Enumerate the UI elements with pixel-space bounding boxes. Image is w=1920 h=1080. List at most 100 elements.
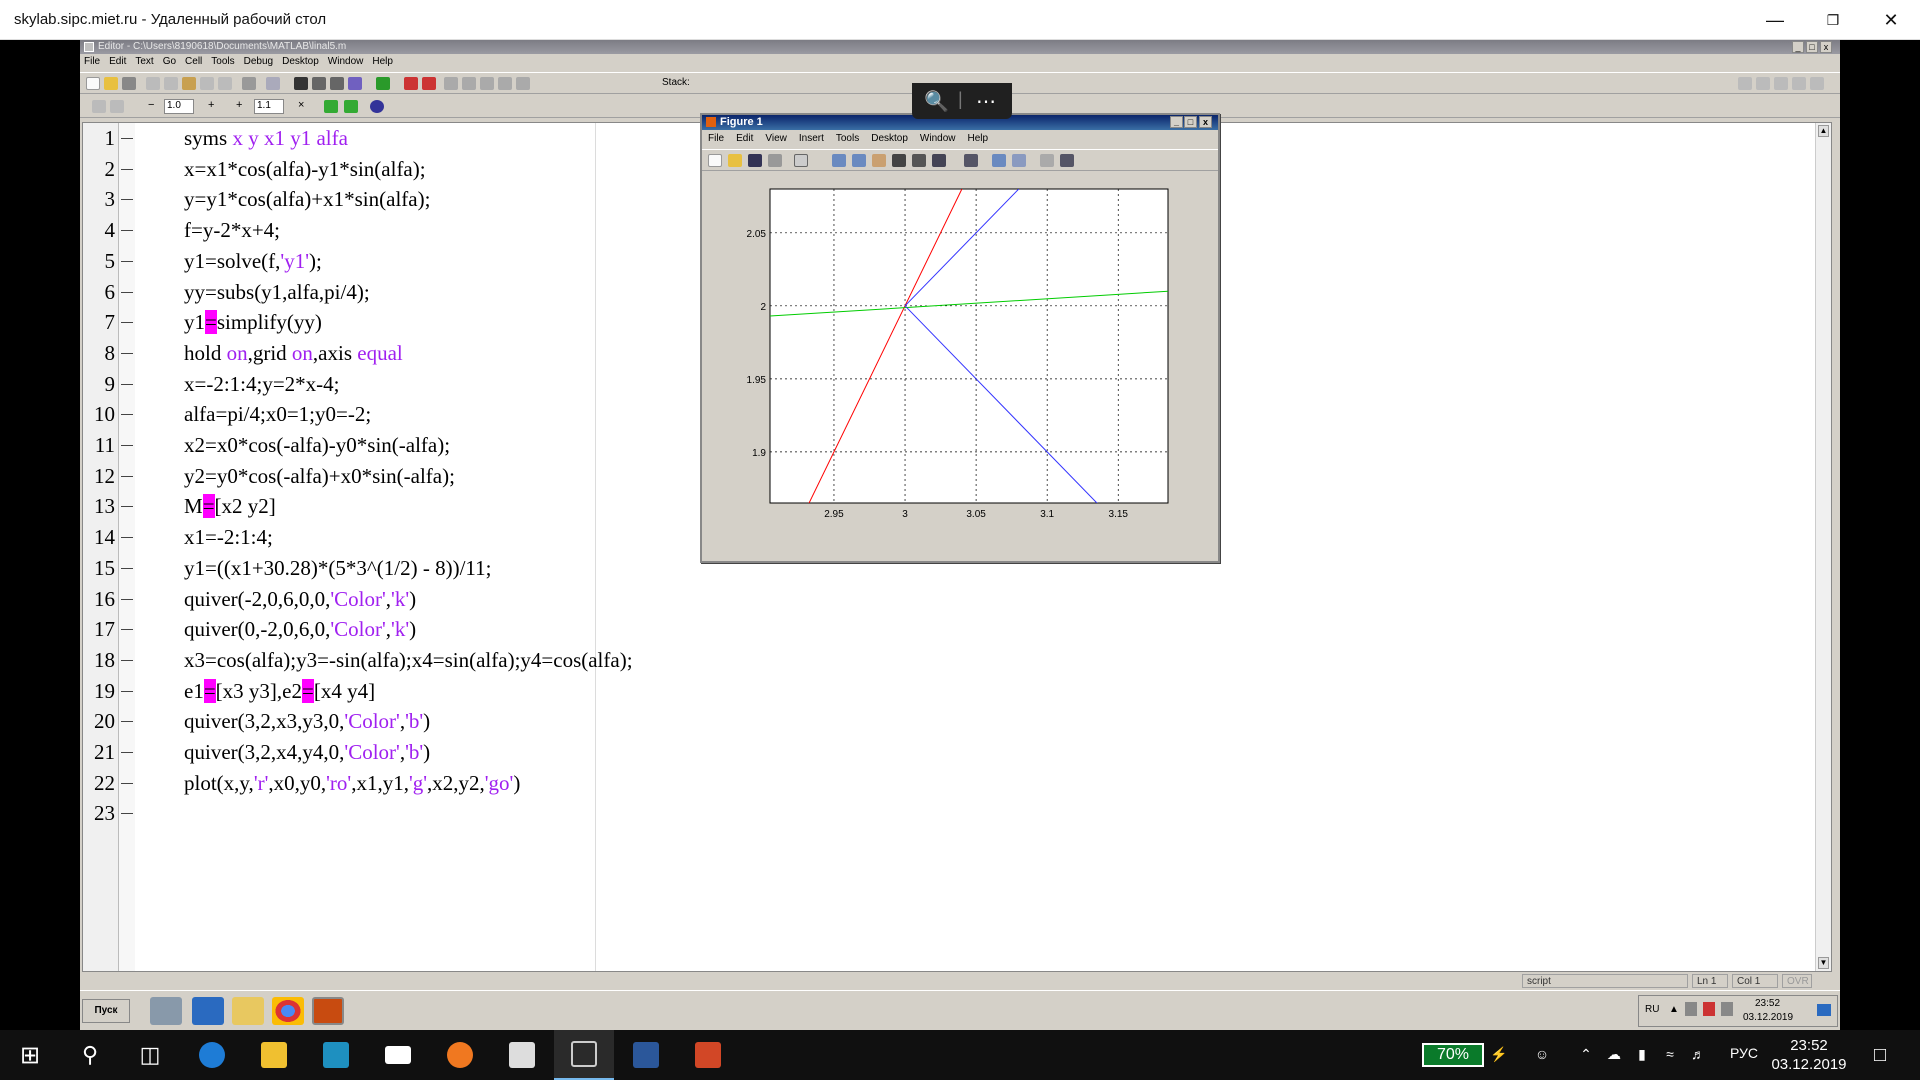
edge-icon[interactable] [182, 1030, 242, 1080]
breakpoint-dash[interactable] [121, 199, 133, 201]
cloud-icon[interactable]: ☁ [1606, 1046, 1622, 1062]
multiply-icon[interactable]: × [298, 99, 304, 111]
file-explorer-icon[interactable] [244, 1030, 304, 1080]
taskbar-clock[interactable]: 23:52 03.12.2019 [1764, 1036, 1854, 1074]
breakpoint-dash[interactable] [121, 813, 133, 815]
run-icon[interactable] [376, 77, 390, 90]
editor-menu-item[interactable]: Tools [211, 56, 234, 67]
figure-menu-item[interactable]: Desktop [871, 133, 908, 144]
breakpoint-dash[interactable] [121, 291, 133, 293]
fig-legend-icon[interactable] [1012, 154, 1026, 167]
back-icon[interactable] [312, 77, 326, 90]
editor-menu-item[interactable]: Cell [185, 56, 202, 67]
xp-tray-up-icon[interactable]: ▲ [1669, 1004, 1679, 1015]
breakpoint-dash[interactable] [121, 567, 133, 569]
copy-icon[interactable] [164, 77, 178, 90]
binoculars-icon[interactable] [294, 77, 308, 90]
eval-advance-icon[interactable] [324, 100, 338, 113]
breakpoint-dash[interactable] [121, 138, 133, 139]
continue-icon[interactable] [498, 77, 512, 90]
fig-zoom-out-icon[interactable] [852, 154, 866, 167]
plot-area[interactable]: 2.95 3 3.05 3.1 3.15 1.9 1.95 2 2.05 [702, 171, 1218, 561]
xp-chrome-icon[interactable] [272, 997, 304, 1025]
breakpoint-dash[interactable] [121, 537, 133, 539]
figure-window[interactable]: Figure 1 _ □ x File Edit View Insert Tools De… [700, 113, 1220, 563]
float-icon[interactable] [1792, 77, 1806, 90]
breakpoint-dash[interactable] [121, 168, 133, 170]
breakpoint-dash[interactable] [121, 659, 133, 661]
people-icon[interactable]: ☺ [1534, 1046, 1550, 1062]
mail-icon[interactable] [368, 1030, 428, 1080]
redo-icon[interactable] [218, 77, 232, 90]
fig-new-icon[interactable] [708, 154, 722, 167]
xp-powershell-icon[interactable] [192, 997, 224, 1025]
fig-colorbar-icon[interactable] [992, 154, 1006, 167]
scroll-down-arrow[interactable]: ▼ [1818, 957, 1829, 969]
breakpoint-dash[interactable] [121, 260, 133, 262]
fig-datacursor-icon[interactable] [912, 154, 926, 167]
figure-menu-item[interactable]: Window [920, 133, 956, 144]
language-indicator[interactable]: РУС [1730, 1045, 1758, 1061]
xp-start-button[interactable]: Пуск [82, 999, 130, 1023]
breakpoint-dash[interactable] [121, 629, 133, 631]
save-icon[interactable] [122, 77, 136, 90]
fig-pointer-icon[interactable] [794, 154, 808, 167]
help-icon[interactable] [370, 100, 384, 113]
step-out-icon[interactable] [480, 77, 494, 90]
store-icon[interactable] [492, 1030, 552, 1080]
fig-print-icon[interactable] [768, 154, 782, 167]
minimize-button[interactable]: — [1752, 4, 1798, 36]
restore-button[interactable]: ❐ [1810, 4, 1856, 36]
fig-save-icon[interactable] [748, 154, 762, 167]
battery-icon[interactable]: ▮ [1634, 1046, 1650, 1062]
battery-indicator[interactable]: 70% [1422, 1043, 1484, 1067]
paste-icon[interactable] [182, 77, 196, 90]
code-line[interactable]: 19 e1=[x3 y3],e2=[x4 y4] [83, 676, 1783, 706]
word-icon[interactable] [616, 1030, 676, 1080]
fig-pan-icon[interactable] [872, 154, 886, 167]
cell-mode-icon[interactable] [92, 100, 106, 113]
plug-icon[interactable]: ⚡ [1490, 1046, 1507, 1062]
breakpoint-dash[interactable] [121, 782, 133, 784]
powerpoint-icon[interactable] [678, 1030, 738, 1080]
breakpoint-dash[interactable] [121, 506, 133, 508]
eval-cell-icon[interactable] [110, 100, 124, 113]
xp-tray-device-icon[interactable] [1721, 1002, 1733, 1016]
code-line[interactable]: 23 [83, 798, 1783, 828]
more-options-icon[interactable]: ⋯ [976, 89, 996, 114]
breakpoint-dash[interactable] [121, 721, 133, 723]
code-line[interactable]: 18 x3=cos(alfa);y3=-sin(alfa);x4=sin(alfa… [83, 645, 1783, 675]
xp-tray-language[interactable]: RU [1645, 1004, 1659, 1015]
figure-close-button[interactable]: x [1199, 116, 1212, 128]
breakpoint-dash[interactable] [121, 475, 133, 477]
cut-icon[interactable] [146, 77, 160, 90]
open-folder-icon[interactable] [104, 77, 118, 90]
editor-menu-item[interactable]: Text [135, 56, 153, 67]
breakpoint-dash[interactable] [121, 752, 133, 753]
editor-menu-item[interactable]: Help [372, 56, 393, 67]
clear-breakpoints-icon[interactable] [422, 77, 436, 90]
breakpoint-dash[interactable] [121, 690, 133, 692]
l-app-icon[interactable] [306, 1030, 366, 1080]
search-icon[interactable]: ⚲ [60, 1030, 120, 1080]
editor-menu-item[interactable]: Desktop [282, 56, 319, 67]
editor-menu-item[interactable]: File [84, 56, 100, 67]
editor-minimize-button[interactable]: _ [1792, 41, 1804, 53]
breakpoint-dash[interactable] [121, 445, 133, 446]
editor-menu-item[interactable]: Go [163, 56, 176, 67]
split-horizontal-icon[interactable] [1774, 77, 1788, 90]
xp-network-app-icon[interactable] [150, 997, 182, 1025]
editor-scrollbar[interactable]: ▲ ▼ [1815, 123, 1831, 971]
wifi-icon[interactable]: ≈ [1662, 1046, 1678, 1062]
step-in-icon[interactable] [462, 77, 476, 90]
figure-minimize-button[interactable]: _ [1170, 116, 1183, 128]
xp-matlab-icon[interactable] [312, 997, 344, 1025]
figure-menu-item[interactable]: File [708, 133, 724, 144]
xp-explorer-icon[interactable] [232, 997, 264, 1025]
breakpoint-dash[interactable] [121, 322, 133, 324]
add-icon[interactable]: + [236, 99, 242, 111]
forward-icon[interactable] [330, 77, 344, 90]
code-line[interactable]: 16 quiver(-2,0,6,0,0,'Color','k') [83, 584, 1783, 614]
undo-icon[interactable] [200, 77, 214, 90]
windows-start-icon[interactable]: ⊞ [0, 1030, 60, 1080]
